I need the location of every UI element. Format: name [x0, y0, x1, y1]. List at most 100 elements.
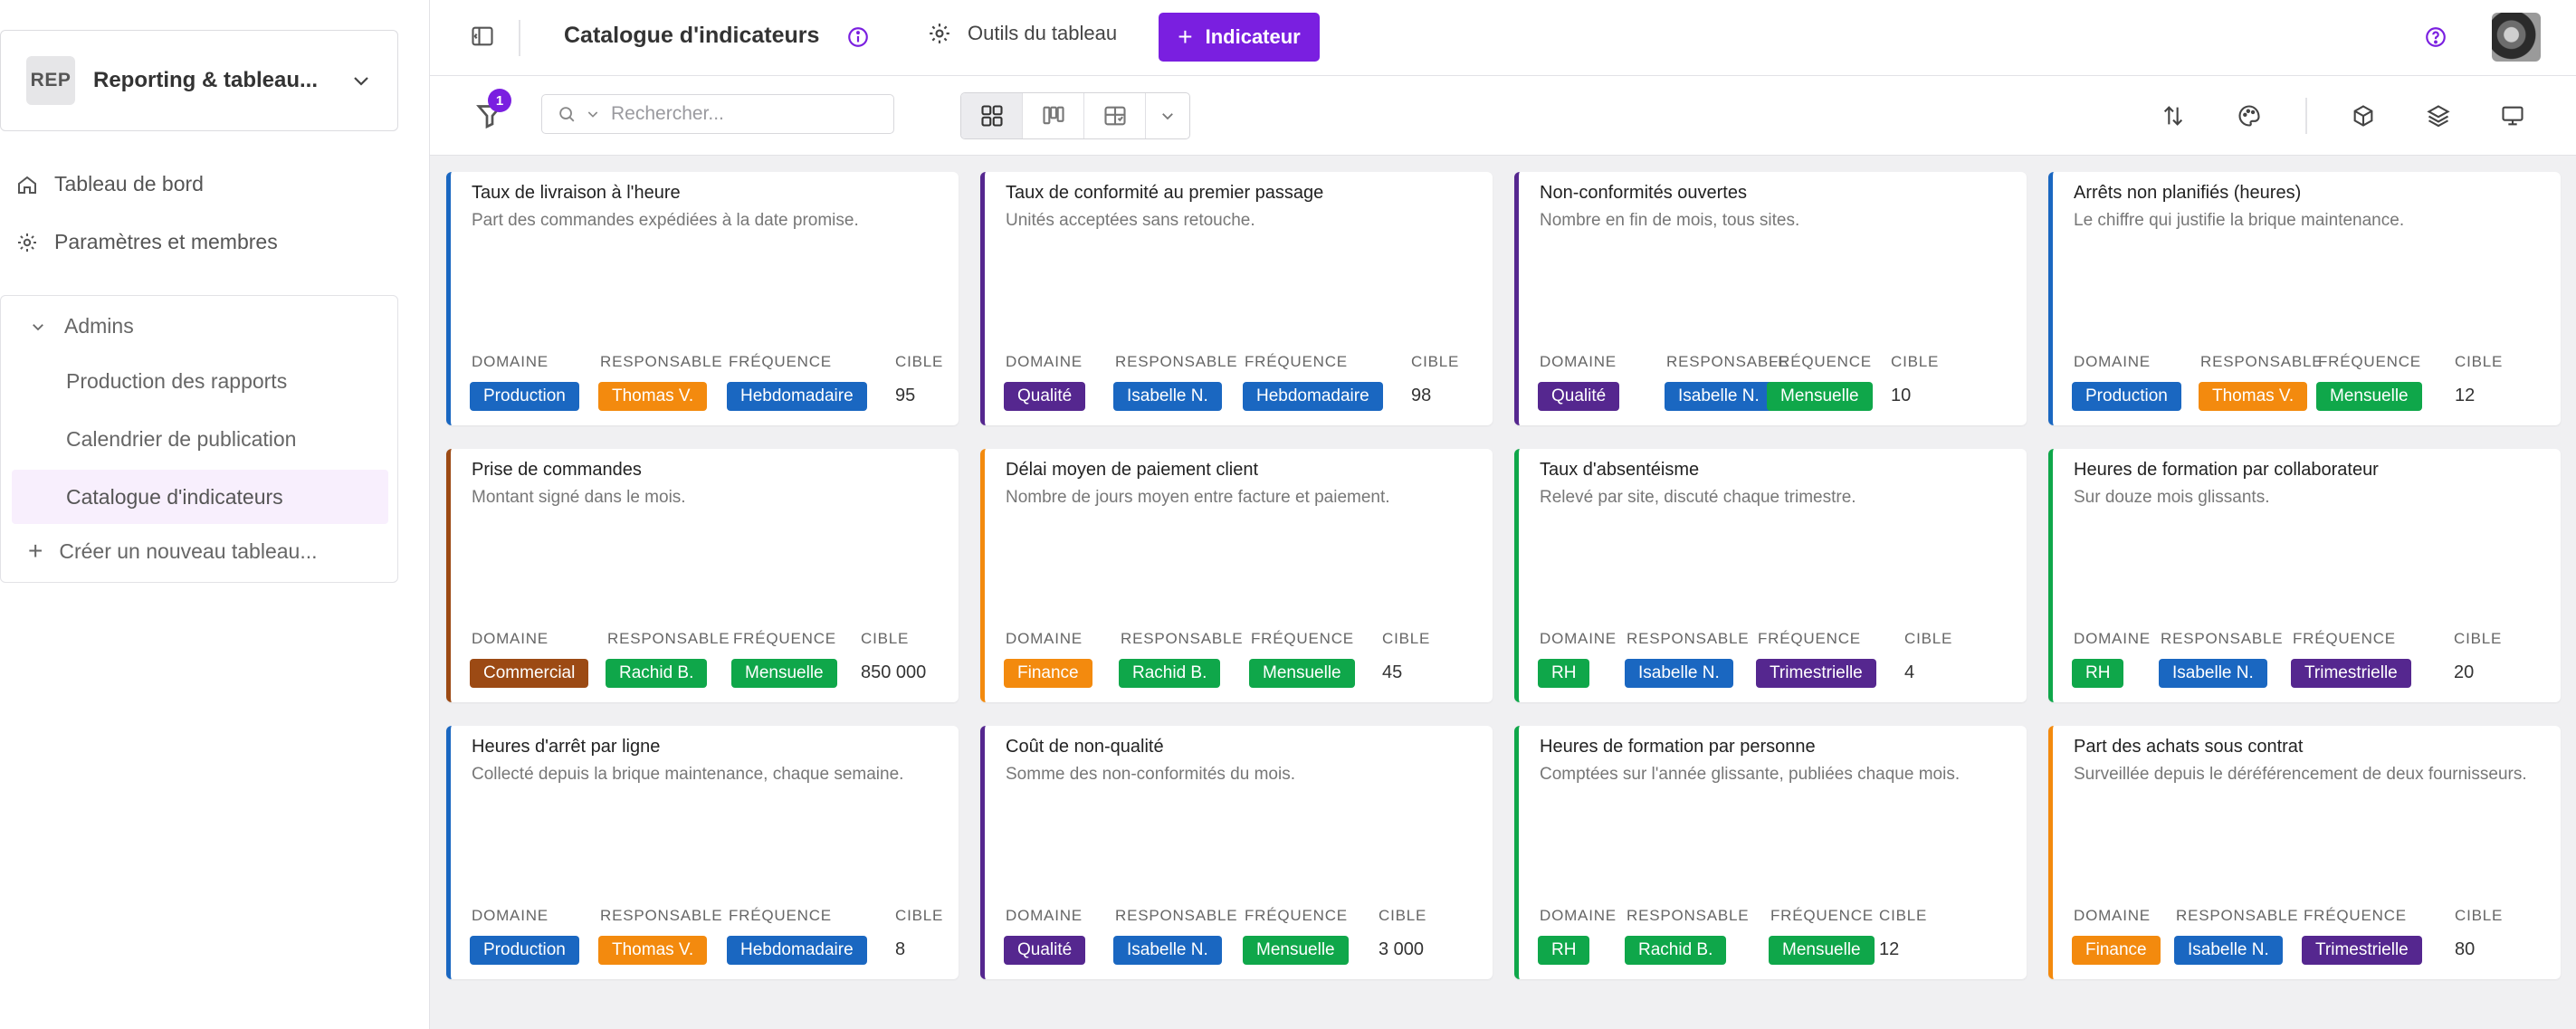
chevron-down-icon[interactable]: [586, 107, 600, 121]
card-title: Taux d'absentéisme: [1540, 460, 1700, 480]
indicator-card[interactable]: Prise de commandes Montant signé dans le …: [446, 449, 959, 702]
field-label-owner: RESPONSABLE: [600, 353, 723, 370]
top-bar: Catalogue d'indicateurs Outils du tablea…: [430, 0, 2576, 76]
domain-tag[interactable]: Qualité: [1538, 382, 1620, 411]
workspace-switcher[interactable]: REP Reporting & tableau...: [0, 30, 398, 131]
domain-tag[interactable]: Finance: [1004, 659, 1092, 688]
field-label-target: CIBLE: [1891, 353, 1940, 370]
frequency-tag[interactable]: Hebdomadaire: [727, 382, 867, 411]
target-value: 98: [1411, 386, 1432, 405]
owner-tag[interactable]: Isabelle N.: [1113, 382, 1222, 411]
domain-tag[interactable]: Production: [2072, 382, 2181, 411]
frequency-tag[interactable]: Trimestrielle: [2291, 659, 2411, 688]
owner-tag[interactable]: Isabelle N.: [1665, 382, 1773, 411]
owner-tag[interactable]: Rachid B.: [1625, 936, 1727, 965]
owner-tag[interactable]: Thomas V.: [598, 936, 708, 965]
group-header[interactable]: Admins: [30, 314, 134, 338]
domain-tag[interactable]: Production: [470, 936, 579, 965]
field-label-domain: DOMAINE: [2074, 630, 2151, 647]
create-board-button[interactable]: + Créer un nouveau tableau...: [28, 537, 318, 566]
owner-tag[interactable]: Isabelle N.: [1625, 659, 1733, 688]
domain-tag[interactable]: Production: [470, 382, 579, 411]
domain-tag[interactable]: RH: [1538, 659, 1590, 688]
domain-tag[interactable]: Commercial: [470, 659, 589, 688]
frequency-tag[interactable]: Mensuelle: [1243, 936, 1349, 965]
frequency-tag[interactable]: Trimestrielle: [1756, 659, 1876, 688]
indicator-card[interactable]: Non-conformités ouvertes Nombre en fin de…: [1514, 172, 2027, 425]
nav-settings[interactable]: Paramètres et membres: [16, 230, 278, 254]
view-table-button[interactable]: [1084, 93, 1146, 138]
domain-tag[interactable]: Qualité: [1004, 936, 1086, 965]
target-value: 12: [2455, 386, 2476, 405]
field-label-frequency: FRÉQUENCE: [1245, 907, 1348, 924]
indicator-card[interactable]: Heures d'arrêt par ligne Collecté depuis …: [446, 726, 959, 979]
card-description: Part des commandes expédiées à la date p…: [472, 211, 859, 230]
sidebar-item-catalogue[interactable]: Catalogue d'indicateurs: [12, 470, 388, 524]
layers-icon[interactable]: [2426, 103, 2451, 129]
palette-icon[interactable]: [2237, 103, 2262, 129]
owner-tag[interactable]: Thomas V.: [598, 382, 708, 411]
card-title: Heures d'arrêt par ligne: [472, 737, 661, 757]
add-indicator-label: Indicateur: [1205, 25, 1301, 48]
card-description: Montant signé dans le mois.: [472, 488, 686, 507]
sidebar-item-calendrier[interactable]: Calendrier de publication: [12, 412, 388, 466]
search-input[interactable]: [611, 103, 864, 125]
domain-tag[interactable]: RH: [1538, 936, 1590, 965]
frequency-tag[interactable]: Trimestrielle: [2302, 936, 2422, 965]
field-label-domain: DOMAINE: [1006, 630, 1083, 647]
indicator-card[interactable]: Délai moyen de paiement client Nombre de …: [980, 449, 1493, 702]
view-board-button[interactable]: [1023, 93, 1084, 138]
search-box[interactable]: [541, 94, 894, 134]
indicator-card[interactable]: Taux d'absentéisme Relevé par site, discu…: [1514, 449, 2027, 702]
indicator-card[interactable]: Arrêts non planifiés (heures) Le chiffre …: [2048, 172, 2561, 425]
frequency-tag[interactable]: Mensuelle: [1767, 382, 1873, 411]
owner-tag[interactable]: Rachid B.: [606, 659, 708, 688]
gear-icon: [930, 24, 949, 43]
indicator-card[interactable]: Heures de formation par collaborateur Sur…: [2048, 449, 2561, 702]
frequency-tag[interactable]: Mensuelle: [1249, 659, 1355, 688]
monitor-icon[interactable]: [2500, 103, 2525, 129]
field-label-domain: DOMAINE: [2074, 907, 2151, 924]
indicator-card[interactable]: Heures de formation par personne Comptées…: [1514, 726, 2027, 979]
grid-icon: [980, 105, 1003, 127]
field-label-domain: DOMAINE: [1540, 353, 1617, 370]
search-icon: [559, 107, 575, 122]
indicator-card[interactable]: Taux de livraison à l'heure Part des comm…: [446, 172, 959, 425]
help-icon[interactable]: [2424, 25, 2447, 49]
field-label-frequency: FRÉQUENCE: [1245, 353, 1348, 370]
domain-tag[interactable]: RH: [2072, 659, 2124, 688]
domain-tag[interactable]: Finance: [2072, 936, 2161, 965]
frequency-tag[interactable]: Mensuelle: [731, 659, 837, 688]
cube-icon[interactable]: [2351, 103, 2376, 129]
view-grid-button[interactable]: [961, 93, 1023, 138]
frequency-tag[interactable]: Mensuelle: [1769, 936, 1875, 965]
frequency-tag[interactable]: Hebdomadaire: [727, 936, 867, 965]
sort-icon[interactable]: [2161, 103, 2186, 129]
owner-tag[interactable]: Thomas V.: [2199, 382, 2308, 411]
user-avatar[interactable]: [2492, 13, 2541, 62]
owner-tag[interactable]: Isabelle N.: [2159, 659, 2267, 688]
indicator-card[interactable]: Part des achats sous contrat Surveillée d…: [2048, 726, 2561, 979]
view-more-button[interactable]: [1146, 93, 1189, 138]
info-icon[interactable]: [846, 25, 870, 49]
field-label-target: CIBLE: [861, 630, 910, 647]
indicator-card[interactable]: Taux de conformité au premier passage Uni…: [980, 172, 1493, 425]
frequency-tag[interactable]: Mensuelle: [2316, 382, 2422, 411]
nav-dashboard[interactable]: Tableau de bord: [16, 172, 204, 196]
domain-tag[interactable]: Qualité: [1004, 382, 1086, 411]
frequency-tag[interactable]: Hebdomadaire: [1243, 382, 1383, 411]
target-value: 95: [895, 386, 916, 405]
board-tools-button[interactable]: Outils du tableau: [928, 22, 1117, 45]
target-value: 4: [1904, 662, 1915, 682]
field-label-domain: DOMAINE: [472, 907, 549, 924]
owner-tag[interactable]: Isabelle N.: [1113, 936, 1222, 965]
card-description: Sur douze mois glissants.: [2074, 488, 2270, 507]
field-label-frequency: FRÉQUENCE: [1758, 630, 1861, 647]
sidebar-item-production-rapports[interactable]: Production des rapports: [12, 354, 388, 408]
owner-tag[interactable]: Rachid B.: [1119, 659, 1221, 688]
field-label-owner: RESPONSABLE: [2200, 353, 2323, 370]
indicator-card[interactable]: Coût de non-qualité Somme des non-conform…: [980, 726, 1493, 979]
owner-tag[interactable]: Isabelle N.: [2174, 936, 2283, 965]
sidebar-toggle-icon[interactable]: [470, 24, 495, 49]
add-indicator-button[interactable]: + Indicateur: [1159, 13, 1320, 62]
